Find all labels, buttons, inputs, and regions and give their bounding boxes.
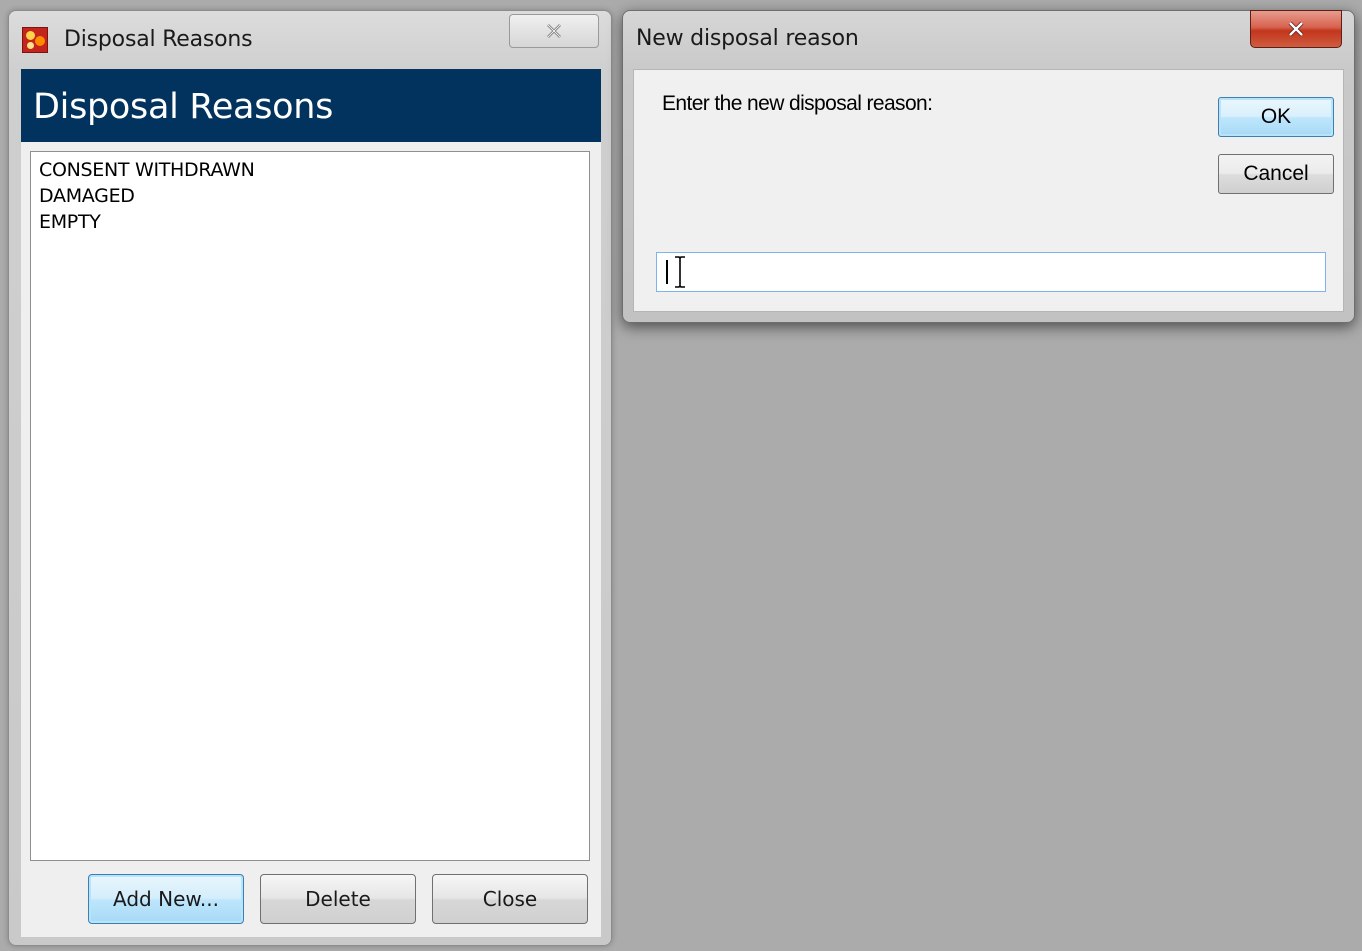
window-title: Disposal Reasons xyxy=(64,27,253,52)
list-item[interactable]: CONSENT WITHDRAWN xyxy=(39,157,589,183)
header-band: Disposal Reasons xyxy=(21,69,601,142)
ok-button[interactable]: OK xyxy=(1218,97,1334,137)
list-item[interactable]: DAMAGED xyxy=(39,183,589,209)
close-icon xyxy=(1288,21,1304,37)
new-disposal-reason-dialog: New disposal reason Enter the new dispos… xyxy=(622,10,1355,323)
ibeam-cursor-icon xyxy=(675,256,685,288)
close-button[interactable]: Close xyxy=(432,874,588,924)
list-item[interactable]: EMPTY xyxy=(39,209,589,235)
close-icon xyxy=(547,24,561,38)
add-new-button[interactable]: Add New... xyxy=(88,874,244,924)
page-title: Disposal Reasons xyxy=(33,87,334,127)
disposal-reasons-window: Disposal Reasons Disposal Reasons CONSEN… xyxy=(8,10,612,946)
dialog-close-button[interactable] xyxy=(1250,10,1342,48)
dialog-client-area: Enter the new disposal reason: OK Cancel xyxy=(633,69,1344,312)
disposal-reason-input[interactable] xyxy=(656,252,1326,292)
text-caret xyxy=(666,260,668,284)
prompt-label: Enter the new disposal reason: xyxy=(662,92,933,115)
cancel-button[interactable]: Cancel xyxy=(1218,154,1334,194)
reasons-listbox[interactable]: CONSENT WITHDRAWN DAMAGED EMPTY xyxy=(30,151,590,861)
title-bar[interactable]: Disposal Reasons xyxy=(9,11,611,69)
app-logo-icon xyxy=(22,27,48,53)
window-close-button[interactable] xyxy=(509,14,599,48)
client-area: CONSENT WITHDRAWN DAMAGED EMPTY Add New.… xyxy=(21,142,601,937)
dialog-title: New disposal reason xyxy=(636,26,859,51)
delete-button[interactable]: Delete xyxy=(260,874,416,924)
